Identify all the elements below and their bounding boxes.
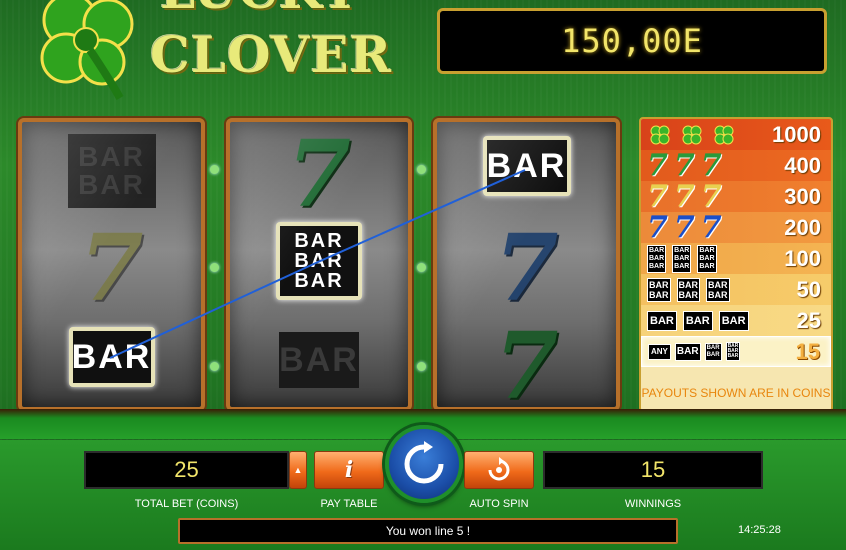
- bar-icon: BAR: [682, 310, 713, 331]
- blue-seven-icon: 7: [700, 209, 722, 245]
- payout-value: 300: [784, 183, 821, 209]
- autospin-label: AUTO SPIN: [469, 498, 529, 510]
- paytable-row-triple-bar: BAR BAR BAR BAR BAR BAR BAR BAR BAR 100: [641, 243, 831, 274]
- paytable-row-clover: 1000: [641, 119, 831, 150]
- clover-icons: [647, 122, 757, 148]
- double-bar-icon: BAR BAR: [676, 277, 700, 302]
- winnings-field: 15: [543, 451, 763, 489]
- message-bar: You won line 5 !: [178, 518, 678, 544]
- paytable-row-single-bar: BAR BAR BAR 25: [641, 305, 831, 336]
- info-icon: i: [344, 457, 354, 483]
- green-seven-icon: 7: [673, 147, 695, 183]
- clover-icon: [682, 125, 702, 144]
- payout-value: 100: [784, 245, 821, 271]
- triple-bar-icon: BAR BAR BAR: [725, 342, 741, 361]
- paytable-panel: 1000 7 7 7 400 7 7 7 300 7 7 7 200 BAR B…: [639, 117, 833, 412]
- paytable-button[interactable]: i: [314, 451, 384, 489]
- win-message: You won line 5 !: [385, 524, 471, 538]
- green-seven-icon: 7: [700, 147, 722, 183]
- bar-icon: BAR: [674, 342, 701, 361]
- total-bet-label: TOTAL BET (COINS): [134, 498, 239, 510]
- paytable-row-green-seven: 7 7 7 400: [641, 150, 831, 181]
- triple-bar-icon: BAR BAR BAR: [647, 244, 667, 273]
- payout-value: 25: [796, 307, 821, 333]
- double-bar-icon: BAR BAR: [647, 277, 671, 302]
- payout-value: 50: [796, 276, 821, 302]
- autospin-icon: [488, 457, 510, 481]
- paytable-row-blue-seven: 7 7 7 200: [641, 212, 831, 243]
- total-bet-field: 25: [84, 451, 289, 489]
- payout-value: 1000: [772, 121, 821, 147]
- slot-machine: LUCKY CLOVER 150,00E BAR BAR 7 BAR 7: [0, 0, 846, 550]
- arrow-up-icon: ▲: [293, 465, 303, 475]
- gold-seven-icon: 7: [700, 178, 722, 214]
- clover-icon: [650, 125, 670, 144]
- autospin-button[interactable]: [464, 451, 534, 489]
- bet-up-button[interactable]: ▲: [289, 451, 307, 489]
- payout-value: 200: [784, 214, 821, 240]
- green-seven-icon: 7: [647, 147, 668, 183]
- double-bar-icon: BAR BAR: [704, 342, 722, 361]
- paytable-row-double-bar: BAR BAR BAR BAR BAR BAR 50: [641, 274, 831, 305]
- payout-value: 15: [795, 338, 820, 364]
- clock: 14:25:28: [738, 524, 781, 536]
- any-label: ANY: [648, 343, 671, 360]
- winnings-value: 15: [640, 457, 666, 482]
- winnings-label: WINNINGS: [624, 498, 682, 510]
- spin-button[interactable]: [385, 425, 463, 503]
- paytable-label: PAY TABLE: [320, 498, 378, 510]
- blue-seven-icon: 7: [673, 209, 695, 245]
- paytable-row-gold-seven: 7 7 7 300: [641, 181, 831, 212]
- clover-icon: [714, 125, 734, 144]
- gold-seven-icon: 7: [647, 178, 668, 214]
- payout-value: 400: [784, 152, 821, 178]
- gold-seven-icon: 7: [673, 178, 695, 214]
- total-bet-value: 25: [174, 457, 199, 482]
- paytable-row-any-bar: ANY BAR BAR BAR BAR BAR BAR 15: [641, 336, 831, 367]
- blue-seven-icon: 7: [647, 209, 668, 245]
- double-bar-icon: BAR BAR: [706, 277, 730, 302]
- bar-icon: BAR: [647, 310, 677, 331]
- spin-arrow-icon: [404, 441, 444, 484]
- triple-bar-icon: BAR BAR BAR: [672, 244, 692, 273]
- bar-icon: BAR: [718, 310, 749, 331]
- paytable-note: PAYOUTS SHOWN ARE IN COINS: [641, 386, 831, 400]
- triple-bar-icon: BAR BAR BAR: [697, 244, 717, 273]
